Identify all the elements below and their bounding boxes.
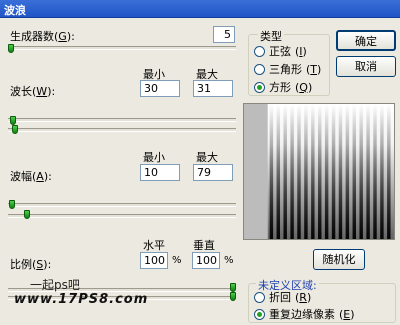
- generators-key: G: [58, 30, 67, 43]
- type-option-square[interactable]: 方形 (Q): [254, 79, 312, 95]
- scale-vertical-input[interactable]: 100: [192, 252, 220, 269]
- type-option-square-key: (Q): [295, 80, 313, 94]
- generators-label: 生成器数(G):: [10, 30, 75, 43]
- randomize-button[interactable]: 随机化: [313, 249, 365, 270]
- amplitude-max-input[interactable]: 79: [193, 164, 233, 181]
- generators-label-text: 生成器数: [10, 30, 54, 43]
- type-option-triangle[interactable]: 三角形 (T): [254, 61, 321, 77]
- type-group-title: 类型: [258, 28, 284, 44]
- type-option-sine-label: 正弦: [269, 45, 291, 58]
- ok-button[interactable]: 确定: [336, 30, 396, 51]
- undefined-option-repeat-edge-key-letter: E: [343, 307, 351, 321]
- scale-horizontal-unit: %: [172, 255, 182, 266]
- wave-preview: [243, 103, 395, 240]
- generators-input[interactable]: 5: [213, 26, 235, 43]
- scale-vertical-unit: %: [224, 255, 234, 266]
- wavelength-min-slider-track[interactable]: [8, 118, 236, 122]
- scale-label: 比例(S):: [10, 258, 52, 271]
- wavelength-label-text: 波长: [10, 85, 32, 98]
- wavelength-max-slider-thumb[interactable]: [12, 125, 18, 134]
- amplitude-min-header: 最小: [143, 151, 165, 164]
- amplitude-min-slider-track[interactable]: [8, 203, 236, 207]
- amplitude-max-slider-track[interactable]: [8, 214, 236, 218]
- wavelength-max-slider-track[interactable]: [8, 128, 236, 132]
- scale-horizontal-header: 水平: [143, 239, 165, 252]
- type-option-sine-key: (I): [295, 44, 307, 58]
- preview-shade: [267, 104, 394, 239]
- undefined-option-repeat-edge[interactable]: 重复边缘像素 (E): [254, 306, 355, 322]
- scale-horizontal-input[interactable]: 100: [140, 252, 168, 269]
- radio-selected-icon: [254, 81, 265, 93]
- amplitude-min-slider-thumb[interactable]: [9, 200, 15, 209]
- wavelength-min-input[interactable]: 30: [140, 80, 180, 97]
- undefined-option-wrap-key: (R): [295, 290, 312, 304]
- watermark-line1: 一起ps吧: [30, 278, 80, 292]
- amplitude-max-header: 最大: [196, 151, 218, 164]
- amplitude-label-text: 波幅: [10, 170, 32, 183]
- wavelength-key: W: [36, 85, 48, 98]
- type-option-square-key-letter: Q: [299, 80, 308, 94]
- type-option-sine[interactable]: 正弦 (I): [254, 43, 307, 59]
- scale-vertical-header: 垂直: [193, 239, 215, 252]
- type-option-triangle-key: (T): [306, 62, 322, 76]
- undefined-option-repeat-edge-key: (E): [339, 307, 355, 321]
- watermark-line2: www.17PS8.com: [14, 292, 149, 307]
- radio-selected-icon: [254, 308, 265, 320]
- type-option-triangle-label: 三角形: [269, 63, 302, 76]
- scale-key: S: [36, 258, 44, 271]
- wavelength-min-slider-thumb[interactable]: [10, 116, 16, 125]
- radio-icon: [254, 63, 265, 75]
- radio-icon: [254, 45, 265, 57]
- undefined-option-repeat-edge-label: 重复边缘像素: [269, 308, 335, 321]
- preview-gray-strip: [244, 104, 268, 239]
- amplitude-label: 波幅(A):: [10, 170, 52, 183]
- type-option-sine-key-letter: I: [299, 44, 303, 58]
- undefined-option-wrap-label: 折回: [269, 291, 291, 304]
- type-option-triangle-key-letter: T: [310, 62, 318, 76]
- scale-label-text: 比例: [10, 258, 32, 271]
- radio-icon: [254, 291, 265, 303]
- wavelength-label: 波长(W):: [10, 85, 56, 98]
- generators-slider-thumb[interactable]: [8, 44, 14, 53]
- cancel-button[interactable]: 取消: [336, 56, 396, 77]
- wavelength-max-input[interactable]: 31: [193, 80, 233, 97]
- window-title: 波浪: [4, 4, 26, 17]
- amplitude-min-input[interactable]: 10: [140, 164, 180, 181]
- generators-slider-track[interactable]: [8, 46, 236, 50]
- amplitude-max-slider-thumb[interactable]: [24, 210, 30, 219]
- preview-stripes: [267, 104, 394, 239]
- type-option-square-label: 方形: [269, 81, 291, 94]
- amplitude-key: A: [36, 170, 44, 183]
- scale-vertical-slider-thumb[interactable]: [230, 292, 236, 301]
- undefined-option-wrap-key-letter: R: [299, 290, 307, 304]
- scale-horizontal-slider-thumb[interactable]: [230, 283, 236, 292]
- undefined-option-wrap[interactable]: 折回 (R): [254, 289, 311, 305]
- title-bar: 波浪: [0, 0, 400, 18]
